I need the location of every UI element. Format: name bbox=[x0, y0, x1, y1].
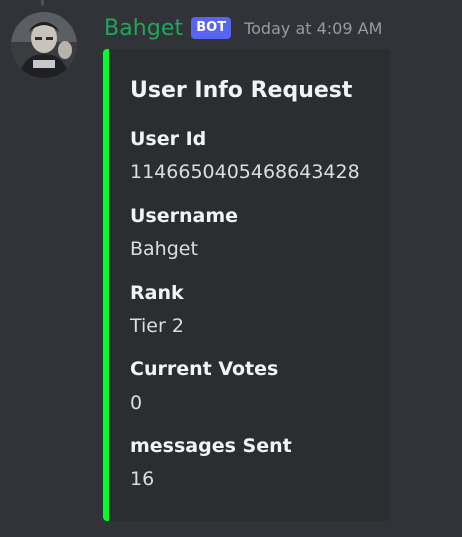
message-timestamp[interactable]: Today at 4:09 AM bbox=[244, 19, 382, 38]
message-header: Bahget BOT Today at 4:09 AM bbox=[104, 13, 382, 43]
avatar[interactable] bbox=[11, 12, 77, 78]
field-name-username: Username bbox=[130, 205, 239, 227]
reply-thread-line bbox=[41, 0, 44, 6]
field-value-messages-sent: 16 bbox=[130, 468, 155, 490]
field-value-username: Bahget bbox=[130, 238, 198, 260]
field-name-current-votes: Current Votes bbox=[130, 358, 279, 380]
embed-card: User Info Request User Id 11466504054686… bbox=[103, 49, 390, 521]
field-value-user-id: 1146650405468643428 bbox=[130, 161, 360, 183]
bot-badge: BOT bbox=[191, 17, 232, 39]
field-value-rank: Tier 2 bbox=[130, 315, 184, 337]
user-avatar-icon bbox=[11, 12, 77, 78]
field-value-current-votes: 0 bbox=[130, 392, 143, 414]
field-name-user-id: User Id bbox=[130, 128, 207, 150]
embed-title: User Info Request bbox=[130, 78, 353, 103]
field-name-rank: Rank bbox=[130, 282, 184, 304]
author-name[interactable]: Bahget bbox=[104, 16, 183, 41]
field-name-messages-sent: messages Sent bbox=[130, 435, 292, 457]
